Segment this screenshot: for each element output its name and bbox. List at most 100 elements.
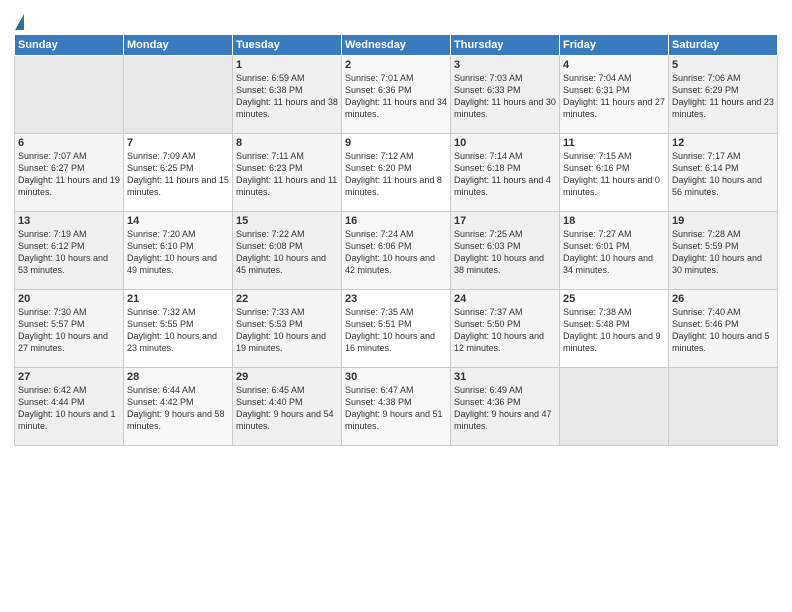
day-number: 25 <box>563 293 665 305</box>
day-number: 30 <box>345 371 447 383</box>
calendar-cell: 4Sunrise: 7:04 AM Sunset: 6:31 PM Daylig… <box>560 56 669 134</box>
day-number: 19 <box>672 215 774 227</box>
day-number: 11 <box>563 137 665 149</box>
day-number: 17 <box>454 215 556 227</box>
day-info: Sunrise: 6:47 AM Sunset: 4:38 PM Dayligh… <box>345 384 447 433</box>
calendar-cell: 17Sunrise: 7:25 AM Sunset: 6:03 PM Dayli… <box>451 212 560 290</box>
calendar-cell: 3Sunrise: 7:03 AM Sunset: 6:33 PM Daylig… <box>451 56 560 134</box>
day-number: 3 <box>454 59 556 71</box>
day-info: Sunrise: 6:45 AM Sunset: 4:40 PM Dayligh… <box>236 384 338 433</box>
day-number: 31 <box>454 371 556 383</box>
day-info: Sunrise: 7:38 AM Sunset: 5:48 PM Dayligh… <box>563 306 665 355</box>
calendar-cell: 10Sunrise: 7:14 AM Sunset: 6:18 PM Dayli… <box>451 134 560 212</box>
day-number: 15 <box>236 215 338 227</box>
day-info: Sunrise: 7:03 AM Sunset: 6:33 PM Dayligh… <box>454 72 556 121</box>
calendar-cell: 27Sunrise: 6:42 AM Sunset: 4:44 PM Dayli… <box>15 368 124 446</box>
calendar-cell: 14Sunrise: 7:20 AM Sunset: 6:10 PM Dayli… <box>124 212 233 290</box>
calendar-cell: 5Sunrise: 7:06 AM Sunset: 6:29 PM Daylig… <box>669 56 778 134</box>
calendar-cell: 16Sunrise: 7:24 AM Sunset: 6:06 PM Dayli… <box>342 212 451 290</box>
weekday-header: Sunday <box>15 35 124 56</box>
day-number: 9 <box>345 137 447 149</box>
day-number: 26 <box>672 293 774 305</box>
calendar-cell <box>560 368 669 446</box>
header <box>14 10 778 30</box>
day-number: 14 <box>127 215 229 227</box>
day-info: Sunrise: 7:04 AM Sunset: 6:31 PM Dayligh… <box>563 72 665 121</box>
day-number: 8 <box>236 137 338 149</box>
calendar-cell: 1Sunrise: 6:59 AM Sunset: 6:38 PM Daylig… <box>233 56 342 134</box>
day-number: 12 <box>672 137 774 149</box>
day-info: Sunrise: 7:40 AM Sunset: 5:46 PM Dayligh… <box>672 306 774 355</box>
calendar-cell: 25Sunrise: 7:38 AM Sunset: 5:48 PM Dayli… <box>560 290 669 368</box>
day-number: 4 <box>563 59 665 71</box>
calendar-cell: 7Sunrise: 7:09 AM Sunset: 6:25 PM Daylig… <box>124 134 233 212</box>
day-number: 7 <box>127 137 229 149</box>
day-info: Sunrise: 7:32 AM Sunset: 5:55 PM Dayligh… <box>127 306 229 355</box>
day-number: 13 <box>18 215 120 227</box>
day-info: Sunrise: 7:17 AM Sunset: 6:14 PM Dayligh… <box>672 150 774 199</box>
day-info: Sunrise: 7:27 AM Sunset: 6:01 PM Dayligh… <box>563 228 665 277</box>
day-info: Sunrise: 7:24 AM Sunset: 6:06 PM Dayligh… <box>345 228 447 277</box>
calendar-cell <box>15 56 124 134</box>
day-info: Sunrise: 6:42 AM Sunset: 4:44 PM Dayligh… <box>18 384 120 433</box>
calendar-cell: 18Sunrise: 7:27 AM Sunset: 6:01 PM Dayli… <box>560 212 669 290</box>
day-info: Sunrise: 6:44 AM Sunset: 4:42 PM Dayligh… <box>127 384 229 433</box>
day-info: Sunrise: 7:28 AM Sunset: 5:59 PM Dayligh… <box>672 228 774 277</box>
day-info: Sunrise: 7:37 AM Sunset: 5:50 PM Dayligh… <box>454 306 556 355</box>
day-number: 2 <box>345 59 447 71</box>
calendar-cell: 12Sunrise: 7:17 AM Sunset: 6:14 PM Dayli… <box>669 134 778 212</box>
day-info: Sunrise: 7:01 AM Sunset: 6:36 PM Dayligh… <box>345 72 447 121</box>
calendar-cell: 11Sunrise: 7:15 AM Sunset: 6:16 PM Dayli… <box>560 134 669 212</box>
day-info: Sunrise: 7:12 AM Sunset: 6:20 PM Dayligh… <box>345 150 447 199</box>
calendar-cell <box>124 56 233 134</box>
day-info: Sunrise: 7:07 AM Sunset: 6:27 PM Dayligh… <box>18 150 120 199</box>
day-info: Sunrise: 7:30 AM Sunset: 5:57 PM Dayligh… <box>18 306 120 355</box>
day-number: 22 <box>236 293 338 305</box>
day-info: Sunrise: 7:06 AM Sunset: 6:29 PM Dayligh… <box>672 72 774 121</box>
weekday-header: Tuesday <box>233 35 342 56</box>
calendar-cell: 20Sunrise: 7:30 AM Sunset: 5:57 PM Dayli… <box>15 290 124 368</box>
day-info: Sunrise: 7:22 AM Sunset: 6:08 PM Dayligh… <box>236 228 338 277</box>
day-number: 16 <box>345 215 447 227</box>
calendar-cell: 8Sunrise: 7:11 AM Sunset: 6:23 PM Daylig… <box>233 134 342 212</box>
calendar-table: SundayMondayTuesdayWednesdayThursdayFrid… <box>14 34 778 446</box>
calendar-cell: 23Sunrise: 7:35 AM Sunset: 5:51 PM Dayli… <box>342 290 451 368</box>
weekday-header: Saturday <box>669 35 778 56</box>
weekday-header: Wednesday <box>342 35 451 56</box>
calendar-container: SundayMondayTuesdayWednesdayThursdayFrid… <box>0 0 792 452</box>
day-info: Sunrise: 7:11 AM Sunset: 6:23 PM Dayligh… <box>236 150 338 199</box>
day-number: 1 <box>236 59 338 71</box>
day-number: 18 <box>563 215 665 227</box>
calendar-cell <box>669 368 778 446</box>
day-number: 27 <box>18 371 120 383</box>
day-info: Sunrise: 7:19 AM Sunset: 6:12 PM Dayligh… <box>18 228 120 277</box>
day-info: Sunrise: 7:09 AM Sunset: 6:25 PM Dayligh… <box>127 150 229 199</box>
calendar-cell: 6Sunrise: 7:07 AM Sunset: 6:27 PM Daylig… <box>15 134 124 212</box>
day-number: 10 <box>454 137 556 149</box>
calendar-cell: 22Sunrise: 7:33 AM Sunset: 5:53 PM Dayli… <box>233 290 342 368</box>
calendar-cell: 15Sunrise: 7:22 AM Sunset: 6:08 PM Dayli… <box>233 212 342 290</box>
day-number: 29 <box>236 371 338 383</box>
day-info: Sunrise: 7:25 AM Sunset: 6:03 PM Dayligh… <box>454 228 556 277</box>
day-info: Sunrise: 7:33 AM Sunset: 5:53 PM Dayligh… <box>236 306 338 355</box>
calendar-cell: 29Sunrise: 6:45 AM Sunset: 4:40 PM Dayli… <box>233 368 342 446</box>
day-number: 24 <box>454 293 556 305</box>
day-number: 20 <box>18 293 120 305</box>
calendar-cell: 24Sunrise: 7:37 AM Sunset: 5:50 PM Dayli… <box>451 290 560 368</box>
day-number: 6 <box>18 137 120 149</box>
day-info: Sunrise: 7:20 AM Sunset: 6:10 PM Dayligh… <box>127 228 229 277</box>
day-info: Sunrise: 7:35 AM Sunset: 5:51 PM Dayligh… <box>345 306 447 355</box>
calendar-cell: 13Sunrise: 7:19 AM Sunset: 6:12 PM Dayli… <box>15 212 124 290</box>
day-info: Sunrise: 6:59 AM Sunset: 6:38 PM Dayligh… <box>236 72 338 121</box>
day-info: Sunrise: 6:49 AM Sunset: 4:36 PM Dayligh… <box>454 384 556 433</box>
day-number: 5 <box>672 59 774 71</box>
day-info: Sunrise: 7:15 AM Sunset: 6:16 PM Dayligh… <box>563 150 665 199</box>
logo-triangle-icon <box>15 14 24 30</box>
weekday-header: Thursday <box>451 35 560 56</box>
calendar-cell: 26Sunrise: 7:40 AM Sunset: 5:46 PM Dayli… <box>669 290 778 368</box>
calendar-cell: 28Sunrise: 6:44 AM Sunset: 4:42 PM Dayli… <box>124 368 233 446</box>
weekday-header: Friday <box>560 35 669 56</box>
day-number: 23 <box>345 293 447 305</box>
calendar-cell: 2Sunrise: 7:01 AM Sunset: 6:36 PM Daylig… <box>342 56 451 134</box>
calendar-cell: 19Sunrise: 7:28 AM Sunset: 5:59 PM Dayli… <box>669 212 778 290</box>
